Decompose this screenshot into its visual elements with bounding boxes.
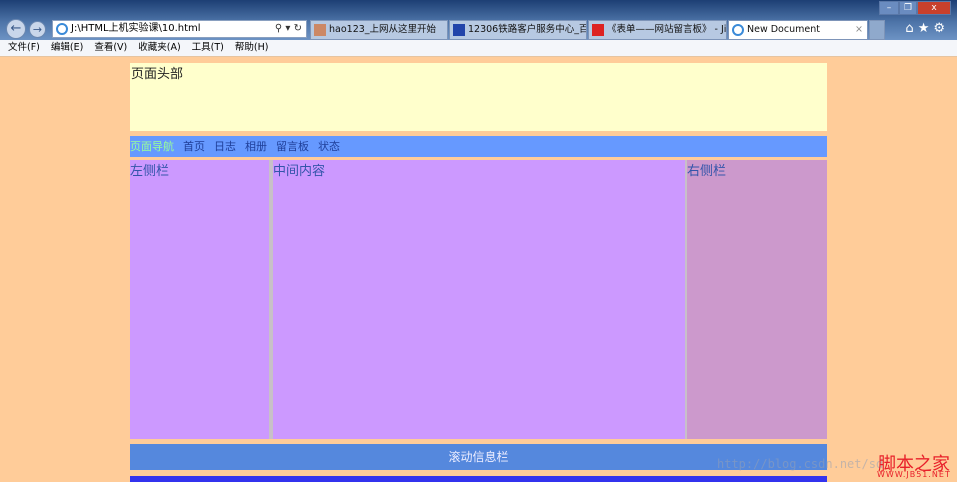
tab-hao123[interactable]: hao123_上网从这里开始 [310, 20, 448, 40]
restore-icon[interactable]: ❐ [899, 1, 917, 15]
forward-button[interactable]: → [29, 21, 46, 38]
ie-page-icon [56, 23, 68, 35]
menu-tools[interactable]: 工具(T) [192, 42, 224, 53]
search-refresh-icon[interactable]: ⚲ ▾ ↻ [275, 21, 302, 37]
menu-file[interactable]: 文件(F) [8, 42, 40, 53]
nav-link-home[interactable]: 首页 [183, 140, 205, 153]
nav-title: 页面导航 [130, 140, 174, 153]
tab-close-icon[interactable]: × [855, 21, 863, 39]
tab-label: 12306铁路客户服务中心_百度... [468, 24, 586, 35]
main-content: 中间内容 [273, 160, 685, 439]
menu-view[interactable]: 查看(V) [94, 42, 127, 53]
nav-link-guestbook[interactable]: 留言板 [276, 140, 309, 153]
page-header: 页面头部 [130, 63, 827, 131]
gear-icon[interactable]: ⚙ [933, 21, 949, 36]
url-watermark: http://blog.csdn.net/sd [717, 457, 884, 471]
tab-label: 《表单——网站留言板》 - Jia... [607, 24, 727, 35]
menu-edit[interactable]: 编辑(E) [51, 42, 83, 53]
tab-label: hao123_上网从这里开始 [329, 24, 437, 35]
browser-titlebar: ← → J:\HTML上机实验课\10.html ⚲ ▾ ↻ hao123_上网… [0, 0, 957, 40]
tab-12306[interactable]: 12306铁路客户服务中心_百度... [449, 20, 587, 40]
hao123-icon [314, 24, 326, 36]
menu-favorites[interactable]: 收藏夹(A) [138, 42, 180, 53]
address-text: J:\HTML上机实验课\10.html [71, 23, 201, 34]
tab-form[interactable]: 《表单——网站留言板》 - Jia... [588, 20, 727, 40]
baidu-paw-icon [453, 24, 465, 36]
nav-link-album[interactable]: 相册 [245, 140, 267, 153]
jb51-url: WWW.JB51.NET [877, 470, 951, 479]
nav-link-status[interactable]: 状态 [318, 140, 340, 153]
csdn-icon [592, 24, 604, 36]
home-icon[interactable]: ⌂ [905, 21, 917, 36]
favorites-star-icon[interactable]: ★ [918, 21, 934, 36]
tab-label: New Document [747, 24, 820, 35]
close-icon[interactable]: x [917, 1, 951, 15]
page-nav: 页面导航 首页 日志 相册 留言板 状态 [130, 136, 827, 157]
right-sidebar: 右侧栏 [687, 160, 827, 439]
ie-icon [732, 24, 744, 36]
address-bar[interactable]: J:\HTML上机实验课\10.html ⚲ ▾ ↻ [52, 20, 307, 38]
menu-help[interactable]: 帮助(H) [235, 42, 269, 53]
footer-bar [130, 476, 827, 482]
nav-link-blog[interactable]: 日志 [214, 140, 236, 153]
new-tab-button[interactable] [869, 20, 885, 40]
back-button[interactable]: ← [6, 19, 26, 39]
menu-bar: 文件(F) 编辑(E) 查看(V) 收藏夹(A) 工具(T) 帮助(H) [0, 40, 957, 57]
tab-new-document[interactable]: New Document × [728, 20, 868, 40]
left-sidebar: 左侧栏 [130, 160, 269, 439]
minimize-icon[interactable]: – [879, 1, 899, 15]
